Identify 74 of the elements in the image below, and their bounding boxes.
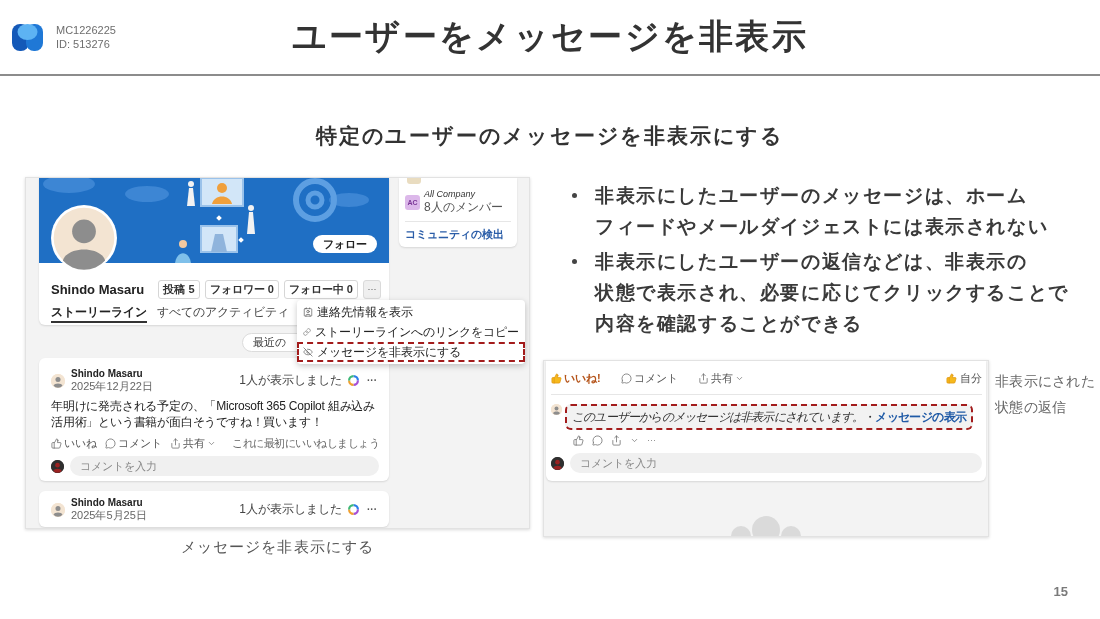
like-button[interactable]: いいね bbox=[51, 436, 97, 451]
author-name: Shindo Masaru bbox=[71, 368, 144, 380]
more-button[interactable]: ··· bbox=[365, 374, 379, 387]
separator-dot: ・ bbox=[864, 409, 875, 425]
follow-button[interactable]: フォロー bbox=[313, 235, 377, 253]
post-date: 2025年12月22日 bbox=[71, 380, 154, 393]
menu-item[interactable]: 連絡先情報を表示 bbox=[297, 302, 525, 322]
slide-title: ユーザーをメッセージを非表示 bbox=[291, 16, 809, 57]
stat-button[interactable]: 投稿 5 bbox=[158, 280, 200, 299]
thumbs-up-icon bbox=[946, 373, 957, 384]
community-icon bbox=[407, 178, 421, 184]
hidden-message: このユーザーからのメッセージは非表示にされています。 bbox=[572, 409, 864, 425]
thumbs-up-icon bbox=[51, 438, 62, 449]
view-count: 1人が表示しました bbox=[239, 502, 342, 517]
ring-icon bbox=[348, 375, 359, 386]
comment-button[interactable]: コメント bbox=[620, 371, 678, 386]
more-button[interactable]: ··· bbox=[363, 280, 381, 299]
logo-icon bbox=[12, 23, 43, 51]
bullet-icon bbox=[572, 193, 577, 198]
avatar-icon bbox=[551, 456, 564, 470]
side-note: 非表示にされた 状態の返信 bbox=[995, 372, 1096, 417]
menu-item[interactable]: ストーリーラインへのリンクをコピー bbox=[297, 322, 525, 342]
share-icon[interactable] bbox=[611, 435, 622, 446]
post-date: 2025年5月25日 bbox=[71, 509, 148, 522]
screenshot-caption: メッセージを非表示にする bbox=[180, 537, 375, 557]
chevron-down-icon bbox=[207, 439, 216, 448]
share-icon bbox=[697, 373, 709, 384]
share-icon bbox=[170, 438, 181, 449]
avatar-icon bbox=[51, 459, 64, 473]
eye-slash-icon bbox=[303, 347, 313, 357]
member-count: 8人のメンバー bbox=[424, 200, 503, 215]
view-count: 1人が表示しました bbox=[239, 373, 342, 388]
avatar-icon bbox=[51, 373, 65, 388]
like-prompt: これに最初にいいねしましょう bbox=[232, 436, 379, 451]
share-button[interactable]: 共有 bbox=[170, 436, 216, 451]
community-name[interactable]: All Company bbox=[424, 189, 503, 200]
share-button[interactable]: 共有 bbox=[697, 371, 744, 386]
show-message-link[interactable]: メッセージの表示 bbox=[875, 409, 967, 425]
more-button[interactable]: ··· bbox=[647, 435, 656, 446]
profile-tab[interactable]: ストーリーライン bbox=[51, 304, 147, 323]
bullet-text: 非表示にしたユーザーのメッセージは、ホーム フィードやメールダイジェストには表示されない bbox=[595, 184, 1049, 239]
page-number: 15 bbox=[1053, 584, 1068, 599]
profile-tab[interactable]: すべてのアクティビティ bbox=[157, 304, 289, 323]
more-button[interactable]: ··· bbox=[365, 503, 379, 516]
document-code: MC1226225 bbox=[56, 23, 116, 37]
chevron-down-icon[interactable] bbox=[630, 436, 639, 445]
bullet-text: 非表示にしたユーザーの返信などは、非表示の 状態で表示され、必要に応じてクリックすることで 内容を確認することができる bbox=[595, 250, 1069, 336]
document-id: ID: 513276 bbox=[56, 37, 111, 51]
link-icon bbox=[303, 327, 311, 337]
avatar-icon bbox=[51, 502, 65, 517]
reactor-name: 自分 bbox=[960, 371, 982, 386]
speech-bubble-icon bbox=[105, 438, 116, 449]
stat-button[interactable]: フォロー中 0 bbox=[283, 280, 358, 299]
bullet-icon bbox=[572, 259, 577, 264]
comment-input[interactable]: コメントを入力 bbox=[70, 456, 379, 476]
comment-button[interactable]: コメント bbox=[105, 436, 162, 451]
stat-button[interactable]: フォロワー 0 bbox=[204, 280, 279, 299]
post-text: 年明けに発売される予定の、「Microsoft 365 Copilot 組み込み活用術」という書籍が面白そうですね！買います！ bbox=[51, 398, 377, 430]
author-name: Shindo Masaru bbox=[71, 497, 144, 509]
like-button[interactable]: いいね! bbox=[551, 371, 601, 386]
avatar-icon bbox=[51, 205, 117, 271]
menu-item[interactable]: メッセージを非表示にする bbox=[297, 342, 525, 362]
discover-link[interactable]: コミュニティの検出 bbox=[405, 228, 511, 241]
speech-bubble-icon bbox=[620, 373, 632, 384]
contact-card-icon bbox=[303, 307, 313, 317]
thumbs-up-icon bbox=[551, 373, 562, 384]
comment-input[interactable]: コメントを入力 bbox=[570, 453, 982, 473]
ring-icon bbox=[348, 504, 359, 515]
profile-name: Shindo Masaru bbox=[51, 282, 145, 297]
speech-bubble-icon[interactable] bbox=[592, 435, 603, 446]
avatar-icon bbox=[551, 404, 562, 415]
chevron-down-icon bbox=[734, 374, 744, 383]
slide-subtitle: 特定のユーザーのメッセージを非表示にする bbox=[316, 123, 784, 149]
thumbs-up-icon[interactable] bbox=[573, 435, 584, 446]
